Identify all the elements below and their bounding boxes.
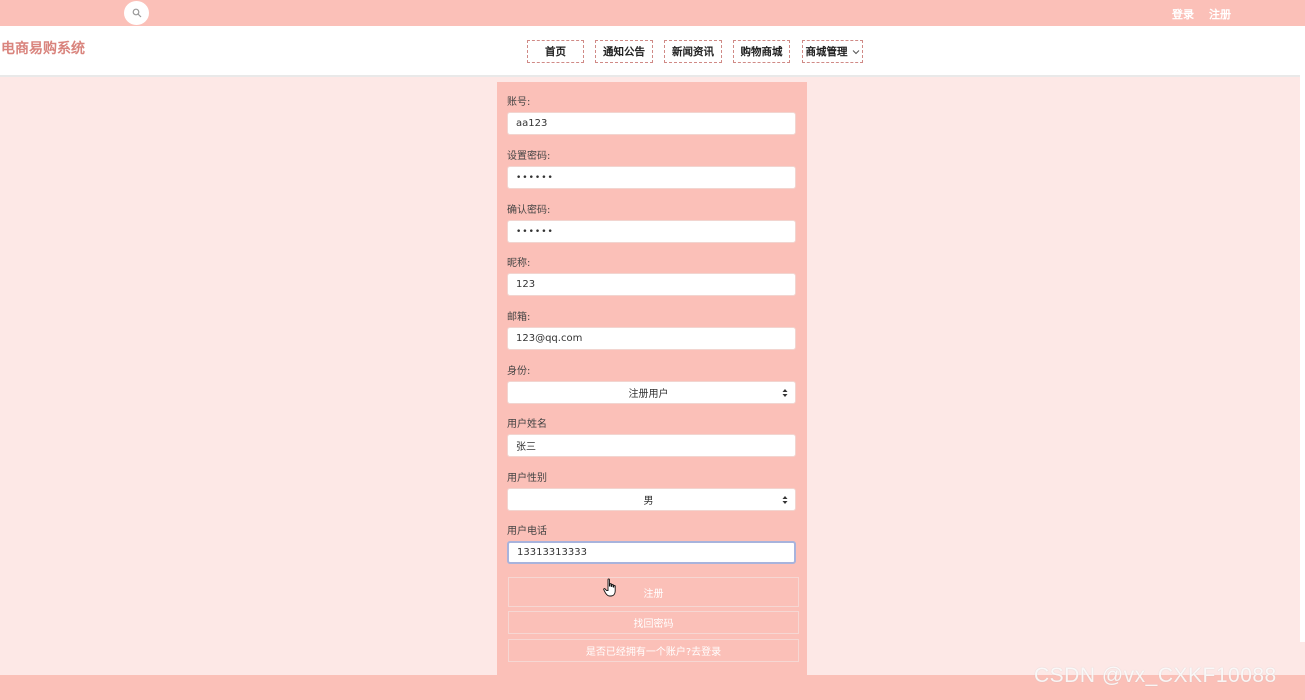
gender-label: 用户性别 [507, 473, 547, 484]
register-form: 账号: aa123 设置密码: •••••• 确认密码: •••••• 昵称: … [497, 82, 807, 675]
role-label: 身份: [507, 366, 531, 377]
register-link[interactable]: 注册 [1209, 6, 1231, 22]
gender-select-value: 男 [643, 496, 654, 507]
role-select-value: 注册用户 [628, 389, 669, 400]
page-edge [1300, 26, 1305, 642]
email-label: 邮箱: [507, 312, 531, 323]
nav-shop-management[interactable]: 商城管理 [802, 40, 863, 63]
nav-home[interactable]: 首页 [527, 40, 584, 63]
name-input[interactable]: 张三 [507, 434, 796, 457]
email-input[interactable]: 123@qq.com [507, 327, 796, 350]
phone-label: 用户电话 [507, 526, 547, 537]
register-button[interactable]: 注册 [508, 577, 799, 607]
select-arrows-icon [782, 495, 788, 505]
login-link[interactable]: 登录 [1172, 6, 1194, 22]
nav-shop-management-label: 商城管理 [805, 46, 848, 58]
nav-home-label: 首页 [545, 46, 566, 58]
nav-notices-label: 通知公告 [603, 46, 645, 58]
password-label: 设置密码: [507, 151, 551, 162]
site-brand: 电商易购系统 [1, 41, 85, 57]
name-label: 用户姓名 [507, 419, 547, 430]
main-navbar: 电商易购系统 首页 通知公告 新闻资讯 购物商城 商城管理 [0, 26, 1300, 77]
nav-shop[interactable]: 购物商城 [733, 40, 790, 63]
nav-news-label: 新闻资讯 [672, 46, 714, 58]
account-label: 账号: [507, 97, 531, 108]
top-bar: 登录 注册 [0, 0, 1305, 26]
nav-notices[interactable]: 通知公告 [595, 40, 653, 63]
chevron-down-icon [852, 49, 860, 55]
nickname-input[interactable]: 123 [507, 273, 796, 296]
find-password-button[interactable]: 找回密码 [508, 611, 799, 634]
search-button[interactable] [124, 1, 149, 25]
nav-shop-label: 购物商城 [740, 46, 783, 58]
password-input[interactable]: •••••• [507, 166, 796, 189]
go-login-link[interactable]: 是否已经拥有一个账户?去登录 [508, 639, 799, 662]
watermark: CSDN @vx_CXKF10088 [1034, 664, 1277, 687]
hand-cursor-icon [603, 578, 616, 597]
nav-news[interactable]: 新闻资讯 [664, 40, 722, 63]
confirm-password-input[interactable]: •••••• [507, 220, 796, 243]
confirm-password-label: 确认密码: [507, 205, 551, 216]
gender-select[interactable]: 男 [507, 488, 796, 511]
account-input[interactable]: aa123 [507, 112, 796, 135]
select-arrows-icon [782, 388, 788, 398]
phone-input[interactable]: 13313313333 [507, 541, 796, 564]
role-select[interactable]: 注册用户 [507, 381, 796, 404]
search-icon [132, 8, 141, 18]
nickname-label: 昵称: [507, 258, 531, 269]
